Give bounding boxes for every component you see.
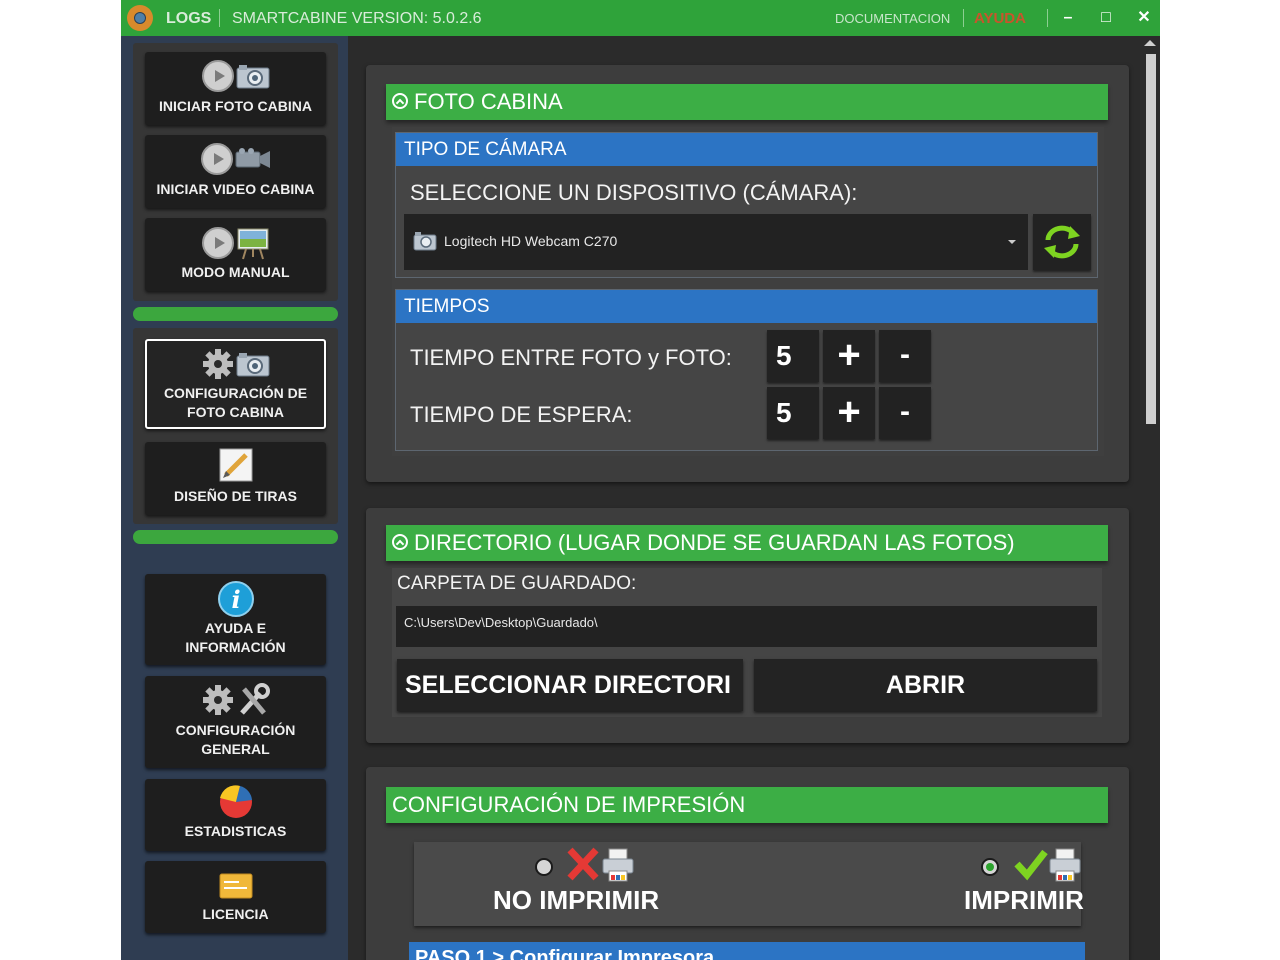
chevron-down-icon	[1008, 240, 1016, 244]
minimize-button[interactable]: –	[1056, 6, 1080, 30]
photo-booth-config-label-1: CONFIGURACIÓN DE	[163, 385, 308, 401]
strip-design-button[interactable]: DISEÑO DE TIRAS	[145, 442, 326, 515]
sidebar-divider	[133, 530, 338, 544]
help-link[interactable]: AYUDA	[974, 10, 1026, 27]
vertical-scrollbar[interactable]	[1140, 36, 1160, 960]
print-config-title: CONFIGURACIÓN DE IMPRESIÓN	[392, 792, 746, 817]
start-video-booth-button[interactable]: INICIAR VIDEO CABINA	[145, 135, 326, 208]
strip-design-label: DISEÑO DE TIRAS	[174, 488, 297, 504]
documentation-link[interactable]: DOCUMENTACION	[835, 11, 950, 26]
license-card-icon	[219, 873, 252, 899]
camera-type-header: TIPO DE CÁMARA	[396, 133, 1097, 166]
open-directory-button[interactable]: ABRIR	[754, 659, 1097, 711]
version-label: SMARTCABINE VERSION: 5.0.2.6	[232, 10, 482, 27]
license-label: LICENCIA	[202, 906, 269, 922]
collapse-icon[interactable]	[392, 93, 408, 110]
logs-link[interactable]: LOGS	[166, 10, 211, 28]
no-print-icon	[567, 847, 634, 882]
photo-booth-config-label-2: FOTO CABINA	[187, 404, 284, 420]
easel-icon	[237, 228, 268, 260]
no-print-radio[interactable]	[535, 858, 553, 876]
no-print-label: NO IMPRIMIR	[493, 885, 660, 915]
help-info-button[interactable]: i AYUDA E INFORMACIÓN	[145, 574, 326, 665]
title-separator	[219, 9, 220, 27]
tools-icon	[239, 683, 270, 715]
print-radio[interactable]	[981, 858, 999, 876]
camera-icon	[236, 65, 269, 89]
statistics-button[interactable]: ESTADISTICAS	[145, 779, 326, 851]
gear-icon	[202, 685, 233, 715]
times-header: TIEMPOS	[396, 290, 1097, 323]
app-window: LOGS SMARTCABINE VERSION: 5.0.2.6 DOCUME…	[121, 0, 1160, 960]
photo-booth-header[interactable]: FOTO CABINA	[386, 84, 1108, 120]
print-enabled-icon	[1014, 848, 1081, 882]
save-folder-label: CARPETA DE GUARDADO:	[397, 573, 637, 594]
svg-text:i: i	[231, 585, 240, 614]
general-config-label-2: GENERAL	[201, 741, 270, 757]
play-icon	[200, 143, 233, 175]
photo-booth-title: FOTO CABINA	[414, 89, 563, 114]
main-content: FOTO CABINA TIPO DE CÁMARA SELECCIONE UN…	[348, 36, 1140, 960]
sidebar: INICIAR FOTO CABINA INICIAR VIDEO CABINA	[121, 36, 348, 960]
selected-camera-value: Logitech HD Webcam C270	[444, 233, 618, 249]
save-folder-path-field[interactable]: C:\Users\Dev\Desktop\Guardado\	[396, 606, 1097, 647]
close-button[interactable]: ✕	[1132, 6, 1156, 30]
play-icon	[201, 60, 234, 92]
wait-time-decrease-button[interactable]: -	[879, 387, 931, 439]
wait-time-increase-button[interactable]: +	[823, 387, 875, 439]
manual-mode-label: MODO MANUAL	[181, 264, 290, 280]
time-between-decrease-button[interactable]: -	[879, 330, 931, 382]
scrollbar-thumb[interactable]	[1146, 54, 1156, 424]
statistics-label: ESTADISTICAS	[184, 823, 287, 839]
camera-dropdown[interactable]: Logitech HD Webcam C270	[404, 214, 1028, 270]
title-separator	[1047, 9, 1048, 27]
sidebar-divider	[133, 307, 338, 321]
directory-title: DIRECTORIO (LUGAR DONDE SE GUARDAN LAS F…	[414, 530, 1015, 555]
info-icon: i	[217, 581, 254, 617]
start-photo-booth-button[interactable]: INICIAR FOTO CABINA	[145, 52, 326, 125]
print-config-header[interactable]: CONFIGURACIÓN DE IMPRESIÓN	[386, 787, 1108, 823]
collapse-icon[interactable]	[392, 534, 408, 551]
print-step1-header[interactable]: PASO 1 > Configurar Impresora	[409, 942, 1085, 960]
manual-mode-button[interactable]: MODO MANUAL	[145, 218, 326, 291]
wait-time-value[interactable]: 5	[767, 387, 819, 439]
title-bar: LOGS SMARTCABINE VERSION: 5.0.2.6 DOCUME…	[121, 0, 1160, 36]
wait-time-label: TIEMPO DE ESPERA:	[410, 402, 633, 427]
refresh-icon	[1044, 225, 1080, 259]
camera-icon	[236, 353, 269, 377]
start-photo-booth-label: INICIAR FOTO CABINA	[159, 98, 312, 114]
title-separator	[963, 9, 964, 27]
time-between-increase-button[interactable]: +	[823, 330, 875, 382]
license-button[interactable]: LICENCIA	[145, 861, 326, 933]
select-directory-button[interactable]: SELECCIONAR DIRECTORI	[397, 659, 743, 711]
time-between-photos-value[interactable]: 5	[767, 330, 819, 382]
start-video-booth-label: INICIAR VIDEO CABINA	[156, 181, 315, 197]
pencil-paper-icon	[219, 448, 252, 482]
time-between-photos-label: TIEMPO ENTRE FOTO y FOTO:	[410, 345, 732, 370]
photo-booth-config-button[interactable]: CONFIGURACIÓN DE FOTO CABINA	[145, 339, 326, 429]
scroll-up-arrow-icon[interactable]	[1144, 40, 1156, 46]
print-label: IMPRIMIR	[964, 885, 1084, 915]
maximize-button[interactable]: □	[1094, 6, 1118, 30]
refresh-cameras-button[interactable]	[1033, 214, 1091, 270]
select-device-label: SELECCIONE UN DISPOSITIVO (CÁMARA):	[410, 180, 858, 205]
gear-icon	[202, 349, 233, 379]
help-info-label-2: INFORMACIÓN	[185, 639, 286, 655]
pie-chart-icon	[219, 785, 252, 818]
play-icon	[201, 227, 234, 259]
general-config-label-1: CONFIGURACIÓN	[175, 722, 296, 738]
video-camera-icon	[235, 148, 270, 168]
webcam-icon	[413, 232, 437, 251]
directory-header[interactable]: DIRECTORIO (LUGAR DONDE SE GUARDAN LAS F…	[386, 525, 1108, 561]
general-config-button[interactable]: CONFIGURACIÓN GENERAL	[145, 676, 326, 768]
help-info-label-1: AYUDA E	[204, 620, 267, 636]
app-logo-icon	[127, 5, 153, 31]
